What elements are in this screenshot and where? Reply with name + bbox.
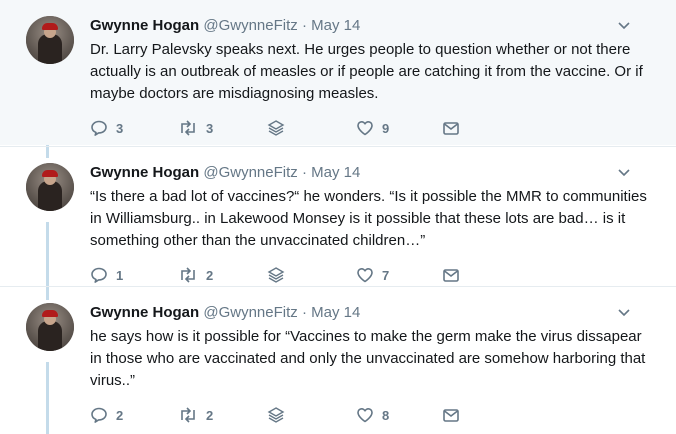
reply-icon: [91, 407, 107, 423]
tweet-header: Gwynne Hogan @GwynneFitz · May 14: [90, 163, 360, 183]
author-handle[interactable]: @GwynneFitz: [203, 304, 297, 321]
stack-icon: [267, 267, 285, 283]
stack-icon: [267, 407, 285, 423]
separator: ·: [301, 17, 307, 34]
reply-count: 3: [116, 120, 124, 136]
tweet[interactable]: Gwynne Hogan @GwynneFitz · May 14 “Is th…: [0, 146, 676, 292]
avatar[interactable]: [26, 163, 74, 211]
reply-button[interactable]: 3: [90, 118, 123, 138]
tweet-date[interactable]: May 14: [311, 17, 360, 34]
avatar[interactable]: [26, 16, 74, 64]
stack-button[interactable]: [267, 265, 285, 285]
author-handle[interactable]: @GwynneFitz: [203, 164, 297, 181]
reply-count: 1: [116, 267, 124, 283]
message-button[interactable]: [442, 118, 460, 138]
retweet-count: 2: [206, 267, 214, 283]
retweet-count: 2: [206, 407, 214, 423]
reply-button[interactable]: 1: [90, 265, 123, 285]
tweet-actions: 3 3 9: [90, 118, 470, 138]
author-handle[interactable]: @GwynneFitz: [203, 17, 297, 34]
tweet[interactable]: Gwynne Hogan @GwynneFitz · May 14 he say…: [0, 286, 676, 432]
reply-count: 2: [116, 407, 124, 423]
author-name[interactable]: Gwynne Hogan: [90, 164, 199, 181]
like-count: 8: [382, 407, 390, 423]
heart-icon: [357, 121, 373, 136]
reply-button[interactable]: 2: [90, 405, 123, 425]
heart-icon: [357, 268, 373, 283]
envelope-icon: [443, 269, 459, 282]
chevron-down-icon[interactable]: [618, 167, 630, 179]
retweet-button[interactable]: 2: [178, 405, 213, 425]
separator: ·: [301, 164, 307, 181]
like-button[interactable]: 8: [356, 405, 389, 425]
tweet-date[interactable]: May 14: [311, 164, 360, 181]
reply-icon: [91, 267, 107, 283]
like-button[interactable]: 9: [356, 118, 389, 138]
retweet-icon: [181, 120, 195, 136]
like-count: 9: [382, 120, 390, 136]
tweet-actions: 1 2 7: [90, 265, 470, 285]
tweet[interactable]: Gwynne Hogan @GwynneFitz · May 14 Dr. La…: [0, 0, 676, 145]
tweet-text: he says how is it possible for “Vaccines…: [90, 328, 646, 389]
author-name[interactable]: Gwynne Hogan: [90, 304, 199, 321]
author-name[interactable]: Gwynne Hogan: [90, 17, 199, 34]
tweet-text: Dr. Larry Palevsky speaks next. He urges…: [90, 41, 643, 102]
retweet-button[interactable]: 2: [178, 265, 213, 285]
like-count: 7: [382, 267, 390, 283]
tweet-date[interactable]: May 14: [311, 304, 360, 321]
retweet-icon: [181, 267, 195, 283]
envelope-icon: [443, 409, 459, 422]
stack-button[interactable]: [267, 405, 285, 425]
chevron-down-icon[interactable]: [618, 20, 630, 32]
retweet-count: 3: [206, 120, 214, 136]
separator: ·: [301, 304, 307, 321]
envelope-icon: [443, 122, 459, 135]
reply-icon: [91, 120, 107, 136]
like-button[interactable]: 7: [356, 265, 389, 285]
tweet-header: Gwynne Hogan @GwynneFitz · May 14: [90, 303, 360, 323]
heart-icon: [357, 408, 373, 423]
tweet-header: Gwynne Hogan @GwynneFitz · May 14: [90, 16, 360, 36]
avatar[interactable]: [26, 303, 74, 351]
stack-icon: [267, 120, 285, 136]
stack-button[interactable]: [267, 118, 285, 138]
tweet-text: “Is there a bad lot of vaccines?“ he won…: [90, 188, 647, 249]
chevron-down-icon[interactable]: [618, 307, 630, 319]
retweet-button[interactable]: 3: [178, 118, 213, 138]
tweet-actions: 2 2 8: [90, 405, 470, 425]
retweet-icon: [181, 407, 195, 423]
message-button[interactable]: [442, 405, 460, 425]
message-button[interactable]: [442, 265, 460, 285]
